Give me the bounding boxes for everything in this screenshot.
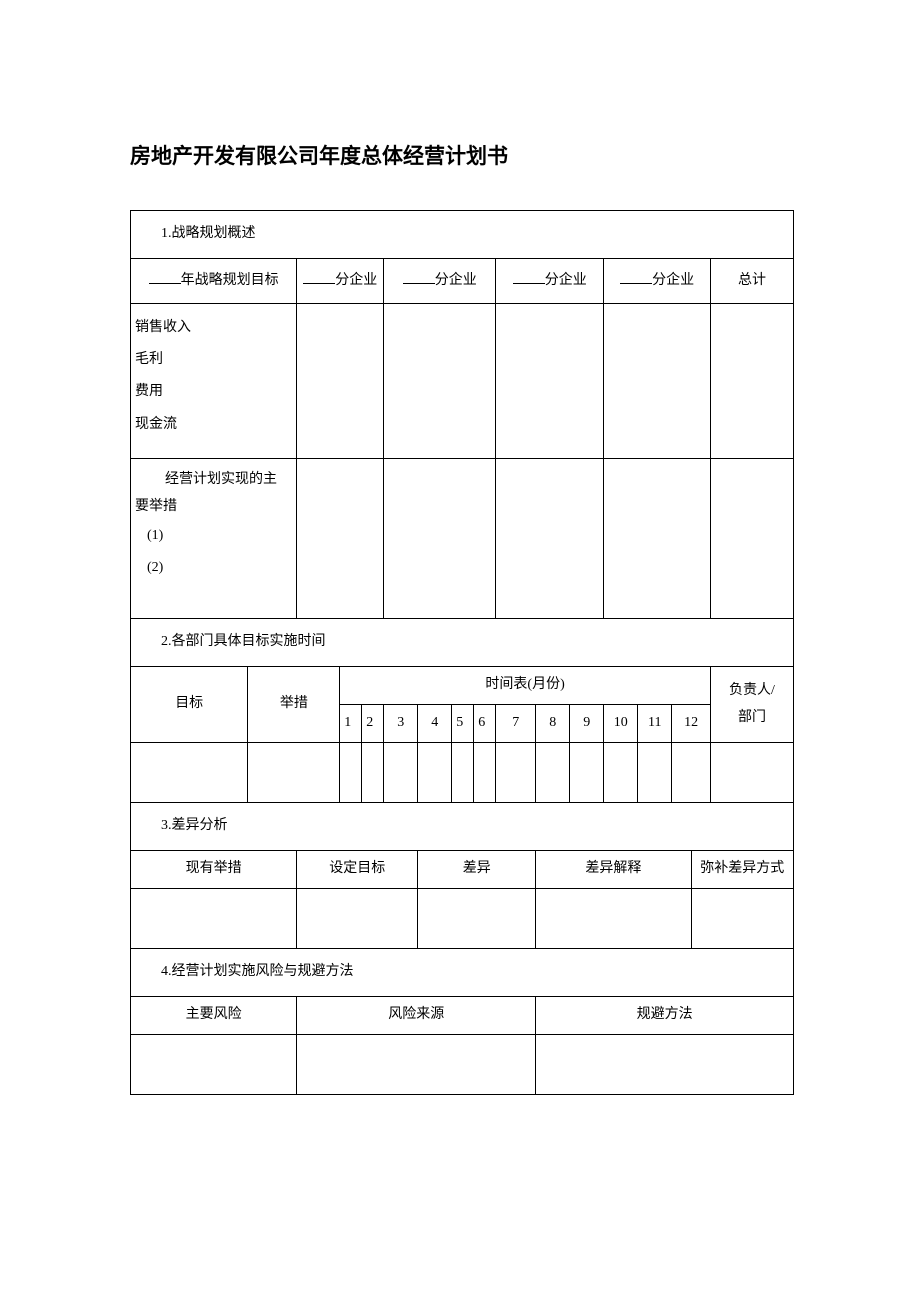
strategic-target-col: 年战略规划目标 [131,259,297,304]
metrics-sub1-cell[interactable] [297,304,384,459]
metrics-labels-cell: 销售收入 毛利 费用 现金流 [131,304,297,459]
s2-responsible-cell[interactable] [710,743,793,803]
plan-form-table: 1.战略规划概述 年战略规划目标 分企业 分企业 分企业 分企业 总计 销 [130,210,794,1095]
month-4: 4 [418,705,452,743]
s2-m2-cell[interactable] [362,743,384,803]
s2-col-measure: 举措 [248,667,340,743]
s3-target-cell[interactable] [297,889,418,949]
s2-m5-cell[interactable] [452,743,474,803]
resp-line2: 部门 [738,710,766,725]
s4-source-cell[interactable] [297,1035,536,1095]
s3-explain-cell[interactable] [536,889,691,949]
year-blank[interactable] [149,271,181,284]
month-3: 3 [384,705,418,743]
s2-col-target: 目标 [131,667,248,743]
sub-enterprise-col-1: 分企业 [297,259,384,304]
s3-col-remedy: 弥补差异方式 [691,851,793,889]
month-10: 10 [604,705,638,743]
metric-cashflow: 现金流 [135,409,292,441]
metrics-sub3-cell[interactable] [496,304,604,459]
s2-measure-cell[interactable] [248,743,340,803]
measures-item-2: (2) [135,552,292,584]
sub-blank-1[interactable] [303,271,335,284]
s4-risk-cell[interactable] [131,1035,297,1095]
month-8: 8 [536,705,570,743]
sub-label-1: 分企业 [335,273,377,288]
measures-item-1: (1) [135,520,292,552]
sub-enterprise-col-2: 分企业 [384,259,496,304]
measures-sub2-cell[interactable] [384,459,496,619]
month-2: 2 [362,705,384,743]
document-title: 房地产开发有限公司年度总体经营计划书 [130,140,820,170]
s4-col-avoid: 规避方法 [536,997,794,1035]
section1-header: 1.战略规划概述 [131,211,794,259]
sub-enterprise-col-4: 分企业 [604,259,711,304]
month-1: 1 [340,705,362,743]
month-11: 11 [638,705,672,743]
document-page: 房地产开发有限公司年度总体经营计划书 1.战略规划概述 年战略规划目标 分企业 … [0,0,920,1301]
s4-col-risk: 主要风险 [131,997,297,1035]
s2-m9-cell[interactable] [570,743,604,803]
month-9: 9 [570,705,604,743]
measures-header-line1: 经营计划实现的主 [135,467,292,494]
measures-sub3-cell[interactable] [496,459,604,619]
s2-m1-cell[interactable] [340,743,362,803]
section4-header: 4.经营计划实施风险与规避方法 [131,949,794,997]
metric-sales: 销售收入 [135,312,292,344]
s2-col-responsible: 负责人/ 部门 [710,667,793,743]
s2-m10-cell[interactable] [604,743,638,803]
s2-m4-cell[interactable] [418,743,452,803]
sub-label-2: 分企业 [435,273,477,288]
month-12: 12 [672,705,711,743]
measures-sub4-cell[interactable] [604,459,711,619]
resp-line1: 负责人/ [729,683,775,698]
measures-labels-cell: 经营计划实现的主 要举措 (1) (2) [131,459,297,619]
sub-blank-2[interactable] [403,271,435,284]
s2-m7-cell[interactable] [496,743,536,803]
s2-m3-cell[interactable] [384,743,418,803]
month-6: 6 [474,705,496,743]
month-7: 7 [496,705,536,743]
sub-enterprise-col-3: 分企业 [496,259,604,304]
year-label-suffix: 年战略规划目标 [181,273,279,288]
total-col: 总计 [710,259,793,304]
section3-header: 3.差异分析 [131,803,794,851]
month-5: 5 [452,705,474,743]
s2-m12-cell[interactable] [672,743,711,803]
s4-col-source: 风险来源 [297,997,536,1035]
s2-m6-cell[interactable] [474,743,496,803]
sub-blank-4[interactable] [620,271,652,284]
measures-sub1-cell[interactable] [297,459,384,619]
sub-blank-3[interactable] [513,271,545,284]
measures-header-line2: 要举措 [135,494,292,521]
s2-m11-cell[interactable] [638,743,672,803]
section2-header: 2.各部门具体目标实施时间 [131,619,794,667]
s3-col-explain: 差异解释 [536,851,691,889]
s3-diff-cell[interactable] [418,889,536,949]
s2-target-cell[interactable] [131,743,248,803]
s2-timetable-header: 时间表(月份) [340,667,711,705]
sub-label-4: 分企业 [652,273,694,288]
metric-expense: 费用 [135,376,292,408]
metrics-sub4-cell[interactable] [604,304,711,459]
s3-col-target: 设定目标 [297,851,418,889]
s3-existing-cell[interactable] [131,889,297,949]
s4-avoid-cell[interactable] [536,1035,794,1095]
s2-m8-cell[interactable] [536,743,570,803]
measures-total-cell[interactable] [710,459,793,619]
s3-col-diff: 差异 [418,851,536,889]
metric-gross: 毛利 [135,344,292,376]
metrics-sub2-cell[interactable] [384,304,496,459]
s3-remedy-cell[interactable] [691,889,793,949]
sub-label-3: 分企业 [545,273,587,288]
metrics-total-cell[interactable] [710,304,793,459]
s3-col-existing: 现有举措 [131,851,297,889]
